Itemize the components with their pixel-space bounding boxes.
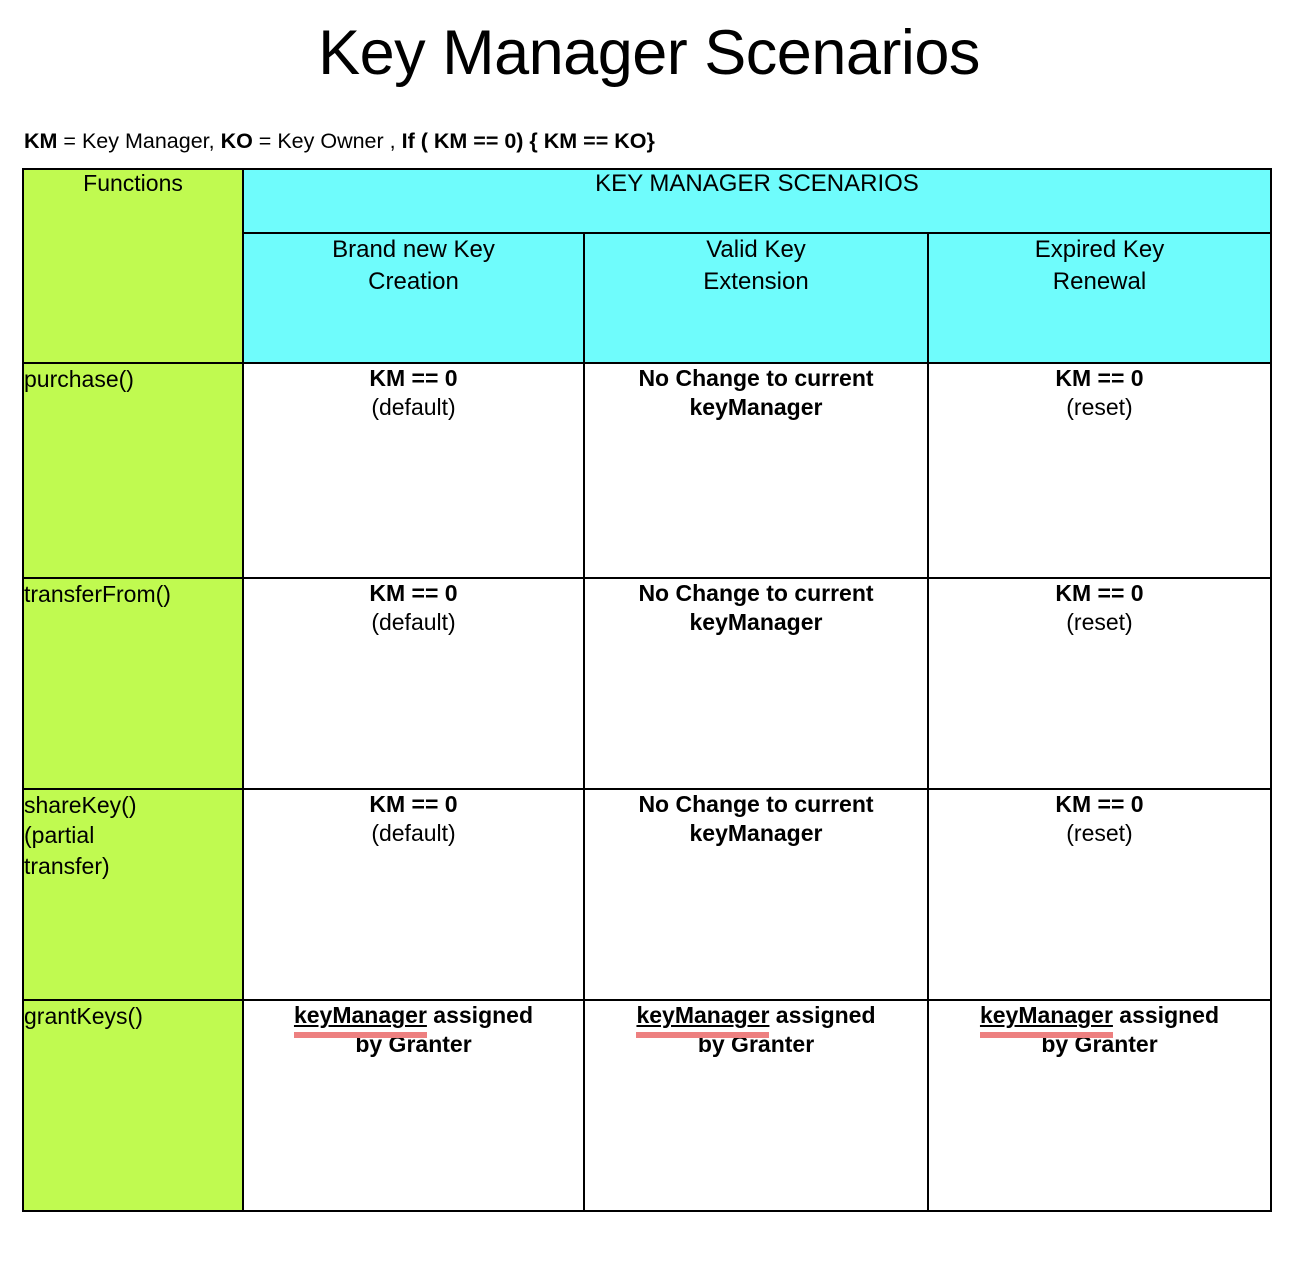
keymanager-highlight: keyManager bbox=[636, 1001, 769, 1040]
function-name-line: shareKey() bbox=[24, 792, 137, 818]
cell-bold-line: No Change to current bbox=[638, 580, 874, 606]
cell-bold-line: KM == 0 bbox=[369, 580, 458, 606]
column-header-expired-key-renewal: Expired Key Renewal bbox=[927, 232, 1272, 364]
function-name-line-2: (partial bbox=[24, 822, 95, 849]
keymanager-highlight: keyManager bbox=[293, 1001, 427, 1040]
cell-plain-line: (default) bbox=[371, 609, 456, 636]
key-manager-scenarios-table: Functions KEY MANAGER SCENARIOS Brand ne… bbox=[22, 168, 1272, 1212]
cell-bold-line: assigned bbox=[769, 1002, 876, 1028]
function-name-line: transferFrom() bbox=[24, 581, 171, 607]
cell-bold-line: KM == 0 bbox=[1055, 791, 1144, 817]
cell-plain-line: (default) bbox=[371, 820, 456, 847]
cell-plain-line: (reset) bbox=[1066, 609, 1133, 636]
legend-ko-text: = Key Owner , bbox=[252, 129, 402, 153]
cell-bold-line: KM == 0 bbox=[369, 791, 458, 817]
cell-bold-line: assigned bbox=[426, 1002, 534, 1028]
legend-km-text: = Key Manager, bbox=[57, 129, 221, 153]
function-name-line: grantKeys() bbox=[24, 1003, 143, 1029]
cell-grantkeys-brand-new: keyManager assigned by Granter bbox=[242, 999, 585, 1212]
cell-bold-line: KM == 0 bbox=[1055, 365, 1144, 391]
cell-purchase-expired-renewal: KM == 0 (reset) bbox=[927, 362, 1272, 579]
column-header-line1: Valid Key bbox=[706, 236, 806, 263]
cell-bold-line-2: keyManager bbox=[689, 609, 823, 636]
legend-condition: If ( KM == 0) { KM == KO} bbox=[401, 129, 655, 153]
cell-plain-line: (default) bbox=[371, 394, 456, 421]
legend-km-abbr: KM bbox=[24, 129, 58, 153]
cell-plain-line: (reset) bbox=[1066, 820, 1133, 847]
cell-bold-line: assigned bbox=[1112, 1002, 1220, 1028]
function-name-cell: grantKeys() bbox=[22, 999, 244, 1212]
table-row: transferFrom() KM == 0 (default) No Chan… bbox=[22, 577, 1272, 790]
cell-sharekey-valid-extension: No Change to current keyManager bbox=[583, 788, 929, 1001]
function-name-cell: shareKey() (partial transfer) bbox=[22, 788, 244, 1001]
cell-bold-line: No Change to current bbox=[638, 365, 874, 391]
column-header-line1: Expired Key bbox=[1034, 236, 1165, 263]
cell-grantkeys-valid-extension: keyManager assigned by Granter bbox=[583, 999, 929, 1212]
cell-transferfrom-brand-new: KM == 0 (default) bbox=[242, 577, 585, 790]
function-name-cell: purchase() bbox=[22, 362, 244, 579]
scenarios-group-header: KEY MANAGER SCENARIOS bbox=[242, 168, 1272, 234]
cell-bold-line-2: keyManager bbox=[689, 394, 823, 421]
cell-bold-line: KM == 0 bbox=[1055, 580, 1144, 606]
cell-transferfrom-expired-renewal: KM == 0 (reset) bbox=[927, 577, 1272, 790]
cell-transferfrom-valid-extension: No Change to current keyManager bbox=[583, 577, 929, 790]
functions-column-header: Functions bbox=[22, 168, 244, 364]
column-header-brand-new-key-creation: Brand new Key Creation bbox=[242, 232, 585, 364]
cell-sharekey-expired-renewal: KM == 0 (reset) bbox=[927, 788, 1272, 1001]
cell-plain-line: (reset) bbox=[1066, 394, 1133, 421]
cell-bold-line: No Change to current bbox=[638, 791, 874, 817]
function-name-cell: transferFrom() bbox=[22, 577, 244, 790]
legend-ko-abbr: KO bbox=[220, 129, 253, 153]
cell-bold-line-2: keyManager bbox=[689, 820, 823, 847]
slide-page: Key Manager Scenarios KM = Key Manager, … bbox=[0, 0, 1298, 1264]
column-header-line2: Renewal bbox=[1052, 268, 1147, 296]
table-header-row-group: Functions KEY MANAGER SCENARIOS bbox=[22, 168, 1272, 364]
column-header-valid-key-extension: Valid Key Extension bbox=[583, 232, 929, 364]
cell-purchase-brand-new: KM == 0 (default) bbox=[242, 362, 585, 579]
column-header-line2: Creation bbox=[368, 268, 459, 296]
page-title: Key Manager Scenarios bbox=[318, 18, 980, 88]
legend-definitions: KM = Key Manager, KO = Key Owner , If ( … bbox=[0, 129, 655, 154]
column-header-line2: Extension bbox=[703, 268, 809, 296]
function-name-line-3: transfer) bbox=[24, 852, 110, 879]
cell-bold-line: KM == 0 bbox=[369, 365, 458, 391]
cell-sharekey-brand-new: KM == 0 (default) bbox=[242, 788, 585, 1001]
table-row: shareKey() (partial transfer) KM == 0 (d… bbox=[22, 788, 1272, 1001]
cell-purchase-valid-extension: No Change to current keyManager bbox=[583, 362, 929, 579]
function-name-line: purchase() bbox=[24, 366, 134, 392]
column-header-line1: Brand new Key bbox=[332, 236, 495, 263]
table-row: purchase() KM == 0 (default) No Change t… bbox=[22, 362, 1272, 579]
keymanager-highlight: keyManager bbox=[979, 1001, 1113, 1040]
table-row: grantKeys() keyManager assigned by Grant… bbox=[22, 999, 1272, 1212]
cell-grantkeys-expired-renewal: keyManager assigned by Granter bbox=[927, 999, 1272, 1212]
